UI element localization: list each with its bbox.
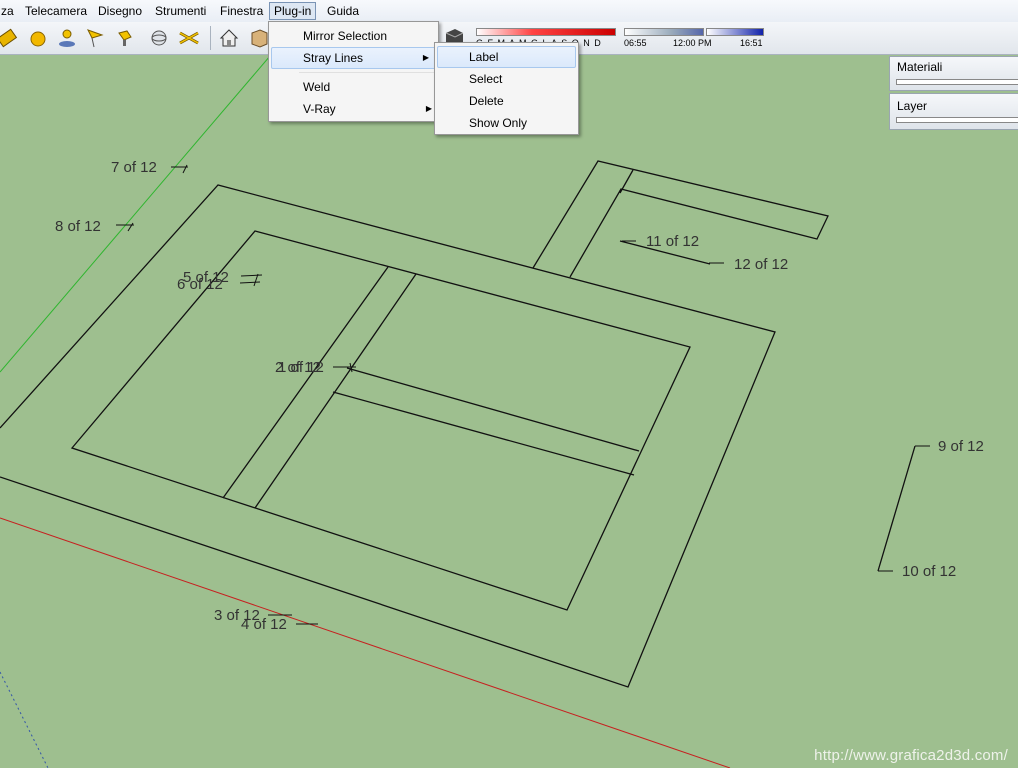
orbit-icon[interactable] — [148, 27, 170, 49]
submenu-arrow-icon: ▶ — [422, 53, 429, 62]
materials-bar — [896, 79, 1018, 85]
tape-measure-icon[interactable] — [0, 27, 18, 49]
menu-item-label: Show Only — [469, 116, 528, 130]
stray-line-label: 9 of 12 — [938, 438, 984, 455]
stray-line-label: 6 of 12 — [177, 276, 223, 293]
menu-finestra[interactable]: Finestra — [216, 3, 267, 19]
stray-line-label: 4 of 12 — [241, 616, 287, 633]
label-leaders — [116, 164, 930, 625]
menu-item-label: Label — [469, 50, 499, 64]
time-slider[interactable] — [624, 28, 704, 36]
time-slider-end[interactable] — [706, 28, 764, 36]
stray-line-label: 12 of 12 — [734, 256, 788, 273]
green-axis — [0, 55, 271, 373]
menu-item-select[interactable]: Select — [435, 68, 578, 90]
menu-item-show-only[interactable]: Show Only — [435, 112, 578, 134]
time-end: 16:51 — [740, 38, 763, 48]
month-slider[interactable] — [476, 28, 616, 36]
menu-item-label: Select — [469, 72, 503, 86]
red-axis — [0, 517, 731, 768]
box-icon[interactable] — [248, 27, 270, 49]
house-icon[interactable] — [218, 27, 240, 49]
toolbar-separator — [210, 26, 211, 50]
menu-telecamera[interactable]: Telecamera — [21, 3, 91, 19]
menu-item-vray[interactable]: V-Ray ▶ — [269, 98, 438, 120]
stray-line-label: 7 of 12 — [111, 159, 157, 176]
sphere-icon[interactable] — [27, 27, 49, 49]
menu-strumenti[interactable]: Strumenti — [151, 3, 210, 19]
flag-icon[interactable] — [84, 27, 106, 49]
menu-item-label: Stray Lines — [303, 51, 364, 65]
submenu-arrow-icon: ▶ — [425, 104, 432, 113]
section-icon[interactable] — [178, 27, 200, 49]
time-start: 06:55 — [624, 38, 647, 48]
menu-bar: za Telecamera Disegno Strumenti Finestra… — [0, 0, 1018, 23]
materials-panel[interactable]: Materiali — [889, 56, 1018, 91]
stray-lines-submenu: Label Select Delete Show Only — [434, 42, 579, 135]
menu-plugin[interactable]: Plug-in — [269, 2, 317, 20]
menu-disegno[interactable]: Disegno — [94, 3, 146, 19]
watermark: http://www.grafica2d3d.com/ — [814, 747, 1008, 764]
menu-item-label: Mirror Selection — [303, 29, 388, 43]
blue-axis — [0, 671, 49, 768]
walk-icon[interactable] — [56, 27, 78, 49]
layers-panel[interactable]: Layer — [889, 93, 1018, 130]
stray-line-label: 11 of 12 — [646, 233, 699, 250]
menu-item-label: V-Ray — [303, 102, 336, 116]
menu-visualizza[interactable]: za — [0, 3, 18, 19]
plugin-menu: Mirror Selection Stray Lines ▶ Weld V-Ra… — [268, 21, 439, 122]
menu-item-delete[interactable]: Delete — [435, 90, 578, 112]
stray-line-label: 2 of 12 — [275, 359, 321, 376]
menu-item-label-lines[interactable]: Label — [437, 46, 576, 68]
layers-bar — [896, 117, 1018, 123]
menu-item-weld[interactable]: Weld — [269, 76, 438, 98]
menu-guida[interactable]: Guida — [323, 3, 363, 19]
menu-item-label: Delete — [469, 94, 504, 108]
menu-separator — [299, 72, 436, 73]
model-edges — [0, 160, 916, 688]
drawing-viewport[interactable]: 1 of 12 2 of 12 3 of 12 4 of 12 5 of 12 … — [0, 55, 1018, 768]
menu-item-label: Weld — [303, 80, 331, 94]
stray-line-label: 10 of 12 — [902, 563, 956, 580]
paint-icon[interactable] — [114, 27, 136, 49]
layers-title: Layer — [897, 99, 928, 113]
time-mid: 12:00 PM — [673, 38, 712, 48]
menu-item-mirror-selection[interactable]: Mirror Selection — [269, 25, 438, 47]
model-drawing: 1 of 12 2 of 12 3 of 12 4 of 12 5 of 12 … — [0, 55, 984, 768]
materials-title: Materiali — [897, 60, 943, 74]
menu-item-stray-lines[interactable]: Stray Lines ▶ — [271, 47, 436, 69]
stray-line-label: 8 of 12 — [55, 218, 101, 235]
